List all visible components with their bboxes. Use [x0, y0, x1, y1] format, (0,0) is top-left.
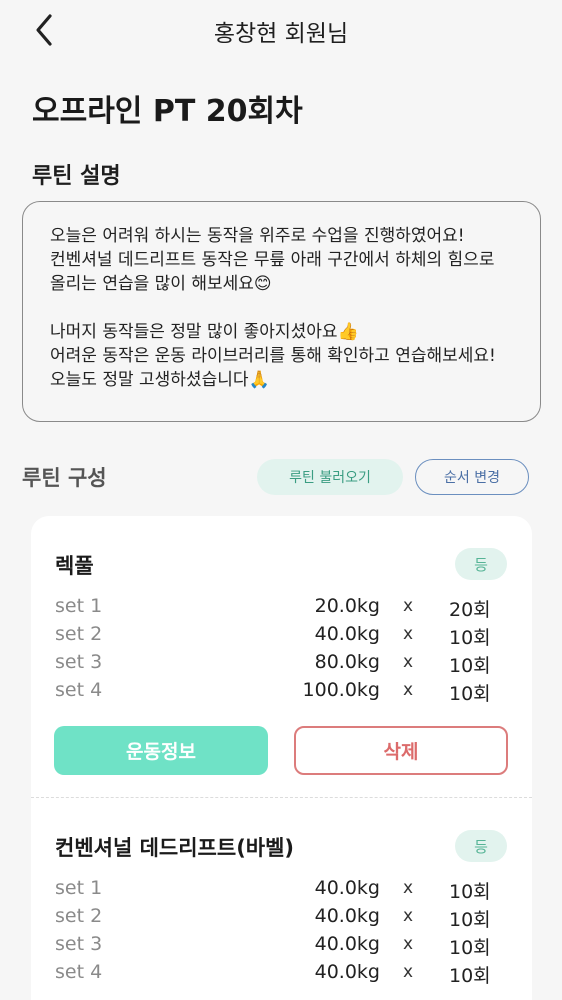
set-label: set 1 — [55, 877, 103, 899]
set-label: set 3 — [55, 651, 103, 673]
set-weight: 100.0kg — [302, 679, 380, 701]
set-reps: 10회 — [449, 909, 491, 931]
exercise-name: 렉풀 — [55, 554, 94, 578]
set-row: set 2 40.0kg x 10회 — [31, 905, 532, 933]
times-sign: x — [403, 878, 414, 898]
set-reps: 20회 — [449, 599, 491, 621]
set-reps: 10회 — [449, 965, 491, 987]
set-label: set 3 — [55, 933, 103, 955]
set-reps: 10회 — [449, 683, 491, 705]
set-weight: 40.0kg — [314, 961, 380, 983]
set-weight: 80.0kg — [314, 651, 380, 673]
routine-label: 루틴 구성 — [22, 466, 107, 490]
times-sign: x — [403, 906, 414, 926]
set-weight: 40.0kg — [314, 933, 380, 955]
set-row: set 3 80.0kg x 10회 — [31, 651, 532, 679]
exercise-info-button[interactable]: 운동정보 — [54, 726, 268, 775]
divider — [31, 797, 532, 798]
set-reps: 10회 — [449, 655, 491, 677]
exercise-list-card: 렉풀 등 set 1 20.0kg x 20회 set 2 40.0kg x 1… — [31, 516, 532, 1000]
set-weight: 40.0kg — [314, 905, 380, 927]
set-reps: 10회 — [449, 881, 491, 903]
exercise-name: 컨벤셔널 데드리프트(바벨) — [55, 836, 295, 860]
delete-exercise-button[interactable]: 삭제 — [294, 726, 508, 775]
set-label: set 4 — [55, 679, 103, 701]
description-line — [50, 296, 516, 320]
body-part-badge: 등 — [455, 548, 507, 580]
times-sign: x — [403, 680, 414, 700]
set-row: set 2 40.0kg x 10회 — [31, 623, 532, 651]
description-line: 나머지 동작들은 정말 많이 좋아지셨아요👍 — [50, 322, 359, 342]
description-label: 루틴 설명 — [32, 164, 121, 189]
times-sign: x — [403, 934, 414, 954]
set-row: set 4 40.0kg x 10회 — [31, 961, 532, 989]
description-box[interactable]: 오늘은 어려워 하시는 동작을 위주로 수업을 진행하였어요! 컨벤셔널 데드리… — [22, 201, 541, 422]
set-row: set 1 20.0kg x 20회 — [31, 595, 532, 623]
set-label: set 1 — [55, 595, 103, 617]
description-line: 어려운 동작은 운동 라이브러리를 통해 확인하고 연습해보세요! — [50, 346, 496, 366]
page-title: 오프라인 PT 20회차 — [32, 94, 303, 129]
set-label: set 2 — [55, 905, 103, 927]
description-line: 오늘도 정말 고생하셨습니다🙏 — [50, 370, 270, 390]
times-sign: x — [403, 624, 414, 644]
description-line: 올리는 연습을 많이 해보세요😊 — [50, 274, 272, 294]
set-weight: 40.0kg — [314, 623, 380, 645]
set-row: set 4 100.0kg x 10회 — [31, 679, 532, 707]
set-label: set 4 — [55, 961, 103, 983]
header-title: 홍창현 회원님 — [213, 21, 349, 47]
description-line: 오늘은 어려워 하시는 동작을 위주로 수업을 진행하였어요! — [50, 226, 465, 246]
set-weight: 20.0kg — [314, 595, 380, 617]
times-sign: x — [403, 596, 414, 616]
load-routine-button[interactable]: 루틴 불러오기 — [257, 459, 403, 495]
set-reps: 10회 — [449, 627, 491, 649]
set-reps: 10회 — [449, 937, 491, 959]
change-order-button[interactable]: 순서 변경 — [415, 459, 529, 495]
times-sign: x — [403, 962, 414, 982]
set-label: set 2 — [55, 623, 103, 645]
top-bar: 홍창현 회원님 — [0, 0, 562, 60]
times-sign: x — [403, 652, 414, 672]
description-line: 컨벤셔널 데드리프트 동작은 무릎 아래 구간에서 하체의 힘으로 — [50, 250, 495, 270]
set-row: set 1 40.0kg x 10회 — [31, 877, 532, 905]
body-part-badge: 등 — [455, 830, 507, 862]
set-row: set 3 40.0kg x 10회 — [31, 933, 532, 961]
set-weight: 40.0kg — [314, 877, 380, 899]
